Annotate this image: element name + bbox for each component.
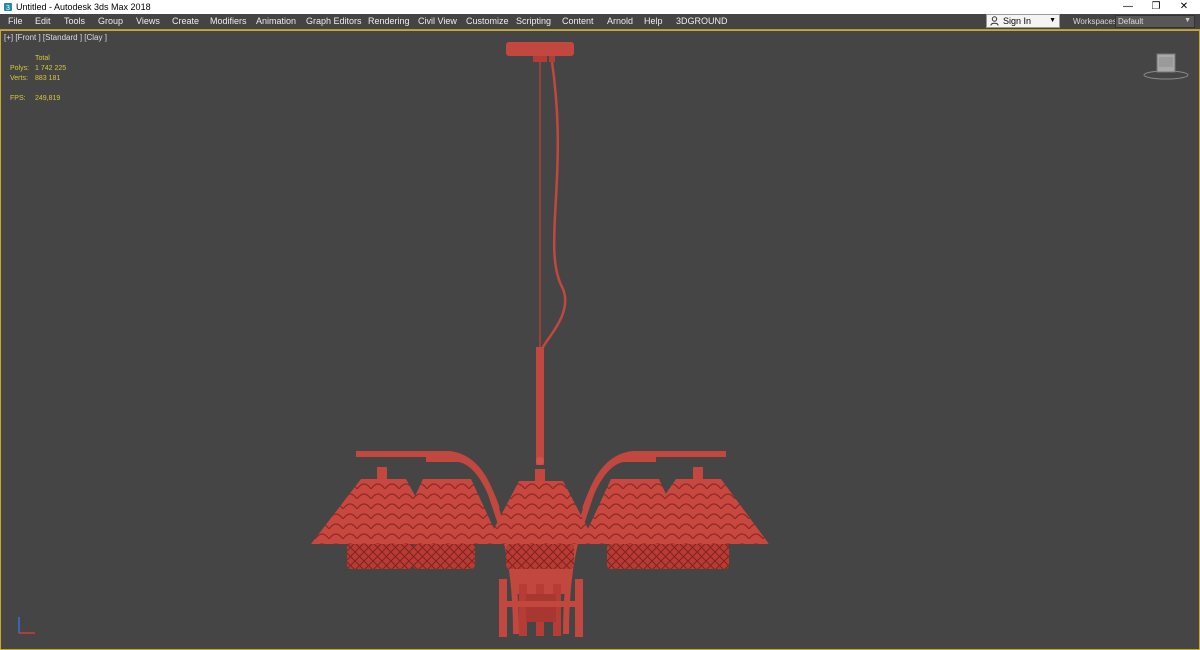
menu-graph-editors[interactable]: Graph Editors <box>306 15 362 27</box>
menu-customize[interactable]: Customize <box>466 15 509 27</box>
menu-civil-view[interactable]: Civil View <box>418 15 457 27</box>
stats-fps-value: 249,819 <box>35 95 61 102</box>
window-title: Untitled - Autodesk 3ds Max 2018 <box>16 2 151 12</box>
app-icon: 3 <box>4 3 12 12</box>
menu-arnold[interactable]: Arnold <box>607 15 633 27</box>
menu-create[interactable]: Create <box>172 15 199 27</box>
menu-views[interactable]: Views <box>136 15 160 27</box>
chevron-down-icon: ▼ <box>1184 17 1191 24</box>
menu-rendering[interactable]: Rendering <box>368 15 410 27</box>
viewport-label[interactable]: [+] [Front ] [Standard ] [Clay ] <box>4 33 107 43</box>
menu-edit[interactable]: Edit <box>35 15 51 27</box>
restore-button[interactable]: ❐ <box>1141 0 1171 14</box>
svg-text:3: 3 <box>6 5 10 12</box>
menu-group[interactable]: Group <box>98 15 123 27</box>
menu-scripting[interactable]: Scripting <box>516 15 551 27</box>
sign-in-label: Sign In <box>1003 16 1032 26</box>
user-icon <box>990 16 999 26</box>
stats-total-label: Total <box>35 55 50 62</box>
stats-polys-value: 1 742 225 <box>35 65 67 72</box>
menu-modifiers[interactable]: Modifiers <box>210 15 247 27</box>
chevron-down-icon: ▼ <box>1049 17 1056 24</box>
chandelier-model[interactable] <box>301 39 781 639</box>
workspaces-label: Workspaces: <box>1073 17 1120 26</box>
stats-fps-label: FPS: <box>10 95 26 102</box>
menu-3dground[interactable]: 3DGROUND <box>676 15 728 27</box>
menu-animation[interactable]: Animation <box>256 15 296 27</box>
title-bar: 3 Untitled - Autodesk 3ds Max 2018 — ❐ ✕ <box>0 0 1200 14</box>
menu-content[interactable]: Content <box>562 15 594 27</box>
close-button[interactable]: ✕ <box>1169 0 1199 14</box>
axis-tripod-icon <box>18 617 35 634</box>
stats-polys-label: Polys: <box>10 65 30 72</box>
menu-tools[interactable]: Tools <box>64 15 85 27</box>
menu-file[interactable]: File <box>8 15 23 27</box>
view-cube[interactable] <box>1142 51 1190 81</box>
stats-verts-label: Verts: <box>10 75 28 82</box>
stats-verts-value: 883 181 <box>35 75 61 82</box>
sign-in-button[interactable]: Sign In ▼ <box>986 14 1060 28</box>
workspaces-value: Default <box>1118 17 1144 26</box>
minimize-button[interactable]: — <box>1113 0 1143 14</box>
workspaces-dropdown[interactable]: Default ▼ <box>1115 15 1195 28</box>
front-viewport[interactable]: [+] [Front ] [Standard ] [Clay ] Total P… <box>0 30 1200 650</box>
menu-help[interactable]: Help <box>644 15 663 27</box>
